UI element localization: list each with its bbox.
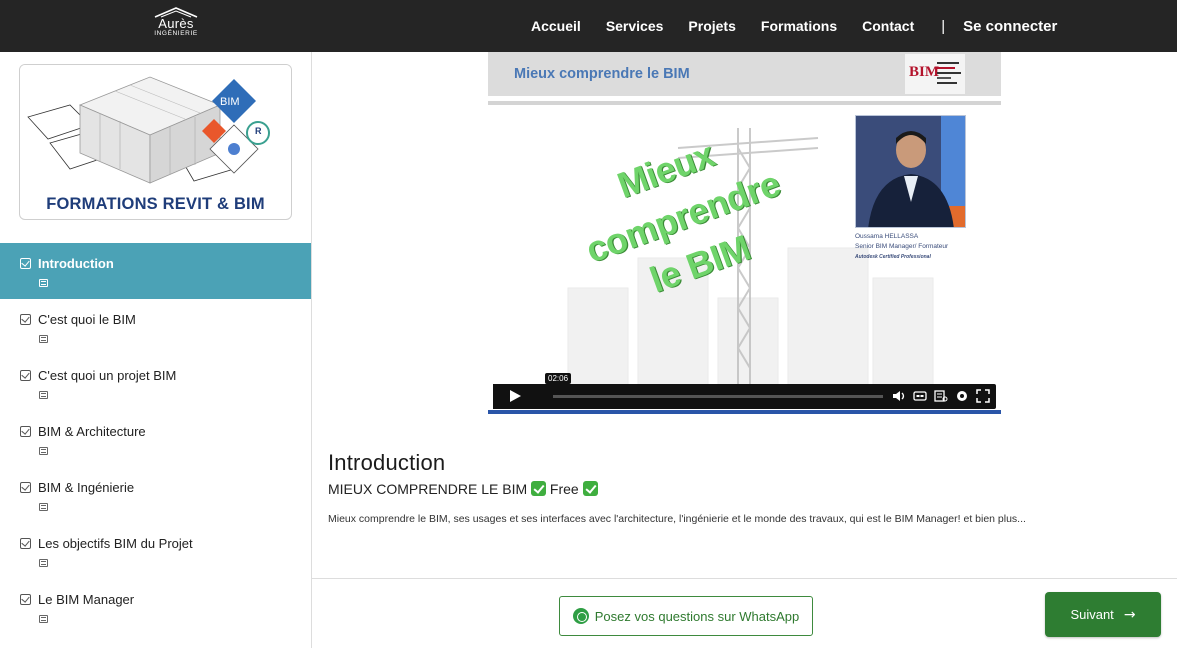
checkbox-icon xyxy=(20,314,31,325)
wordcloud-lines-icon xyxy=(937,62,961,84)
lesson-content: Introduction MIEUX COMPRENDRE LE BIM Fre… xyxy=(328,450,1168,525)
play-button[interactable] xyxy=(493,384,537,409)
fullscreen-icon[interactable] xyxy=(976,389,990,403)
video-icon xyxy=(39,503,48,511)
lesson-list: Introduction C'est quoi le BIM C'est quo… xyxy=(0,243,311,635)
speaker-caption: Oussama HELLASSA Senior BIM Manager/ For… xyxy=(855,232,948,262)
checkbox-icon xyxy=(20,594,31,605)
lesson-footer: Posez vos questions sur WhatsApp Suivant… xyxy=(312,578,1177,648)
course-sidebar: BIM R FORMATIONS REVIT & BIM Introductio… xyxy=(0,52,312,648)
whatsapp-icon xyxy=(572,608,589,624)
lesson-label: C'est quoi un projet BIM xyxy=(38,368,177,383)
bim-wordcloud-image: BIM xyxy=(905,54,965,94)
lesson-subtitle: MIEUX COMPRENDRE LE BIM Free xyxy=(328,481,1168,497)
next-button-label: Suivant xyxy=(1070,607,1114,622)
lesson-label: Le BIM Manager xyxy=(38,592,135,607)
checkbox-icon xyxy=(20,258,31,269)
speaker-photo xyxy=(855,115,966,228)
nav-accueil[interactable]: Accueil xyxy=(531,18,581,34)
nav-projets[interactable]: Projets xyxy=(688,18,735,34)
lesson-item-objectifs-bim[interactable]: Les objectifs BIM du Projet xyxy=(0,523,311,579)
lesson-main: Mieux comprendre le BIM BIM Mieux compre… xyxy=(312,52,1177,648)
nav-formations[interactable]: Formations xyxy=(761,18,837,34)
brand-subtitle: INGÉNIERIE xyxy=(154,30,198,37)
checkbox-icon xyxy=(20,426,31,437)
lesson-label: BIM & Architecture xyxy=(38,424,146,439)
bim-badge-label: BIM xyxy=(220,96,240,108)
video-player[interactable]: Mieux comprendre le BIM BIM Mieux compre… xyxy=(488,52,1001,414)
nav-services[interactable]: Services xyxy=(606,18,664,34)
brand-logo[interactable]: Aurès INGÉNIERIE xyxy=(150,6,202,46)
building-illustration xyxy=(20,65,291,195)
lesson-label: Les objectifs BIM du Projet xyxy=(38,536,193,551)
lesson-subtitle-text: MIEUX COMPRENDRE LE BIM xyxy=(328,481,528,497)
lesson-item-cest-quoi-le-bim[interactable]: C'est quoi le BIM xyxy=(0,299,311,355)
settings-icon[interactable] xyxy=(955,389,969,403)
video-icon xyxy=(39,335,48,343)
checkbox-icon xyxy=(20,482,31,493)
lesson-title: Introduction xyxy=(328,450,446,475)
video-controls: 02:06 xyxy=(493,373,996,409)
video-time-tooltip: 02:06 xyxy=(545,373,572,384)
lesson-description: Mieux comprendre le BIM, ses usages et s… xyxy=(328,513,1026,525)
main-nav: Accueil Services Projets Formations Cont… xyxy=(531,0,1057,52)
whatsapp-button-label: Posez vos questions sur WhatsApp xyxy=(594,608,800,624)
speaker-name: Oussama HELLASSA xyxy=(855,233,919,240)
lesson-item-bim-manager[interactable]: Le BIM Manager xyxy=(0,579,311,635)
transcript-icon[interactable] xyxy=(934,389,948,403)
checkbox-icon xyxy=(20,538,31,549)
login-link[interactable]: Se connecter xyxy=(963,18,1057,35)
nav-separator: | xyxy=(941,17,946,35)
course-cover-caption: FORMATIONS REVIT & BIM xyxy=(46,195,265,213)
lesson-label: Introduction xyxy=(38,256,114,271)
slide-divider xyxy=(488,101,1001,105)
next-button[interactable]: Suivant → xyxy=(1045,592,1161,637)
video-icon xyxy=(39,615,48,623)
volume-icon[interactable] xyxy=(892,389,906,403)
lesson-item-introduction[interactable]: Introduction xyxy=(0,243,311,299)
video-icon xyxy=(39,447,48,455)
check-emoji-icon xyxy=(531,481,547,496)
slide-header: Mieux comprendre le BIM BIM xyxy=(488,52,1001,96)
lesson-item-bim-ingenierie[interactable]: BIM & Ingénierie xyxy=(0,467,311,523)
video-icon xyxy=(39,559,48,567)
speaker-certification: Autodesk Certified Professional xyxy=(855,254,931,260)
revit-badge-label: R xyxy=(255,126,262,136)
brand-name: Aurès xyxy=(158,16,194,31)
slide-title: Mieux comprendre le BIM xyxy=(514,66,690,82)
video-icon xyxy=(39,391,48,399)
arrow-right-icon: → xyxy=(1123,606,1136,623)
lesson-label: C'est quoi le BIM xyxy=(38,312,136,327)
course-cover-image: BIM R FORMATIONS REVIT & BIM xyxy=(19,64,292,220)
video-icon xyxy=(39,279,48,287)
captions-icon[interactable] xyxy=(913,389,927,403)
lesson-free-label: Free xyxy=(549,481,579,497)
lesson-item-projet-bim[interactable]: C'est quoi un projet BIM xyxy=(0,355,311,411)
checkbox-icon xyxy=(20,370,31,381)
slide-footer-bar xyxy=(488,410,1001,414)
check-emoji-icon xyxy=(582,481,598,496)
lesson-label: BIM & Ingénierie xyxy=(38,480,135,495)
top-navbar: Aurès INGÉNIERIE Accueil Services Projet… xyxy=(0,0,1177,52)
nav-contact[interactable]: Contact xyxy=(862,18,914,34)
speaker-role: Senior BIM Manager/ Formateur xyxy=(855,243,949,250)
whatsapp-button[interactable]: Posez vos questions sur WhatsApp xyxy=(559,596,813,636)
video-progress-bar[interactable] xyxy=(553,395,883,398)
lesson-item-bim-architecture[interactable]: BIM & Architecture xyxy=(0,411,311,467)
speaker-portrait xyxy=(856,116,965,227)
